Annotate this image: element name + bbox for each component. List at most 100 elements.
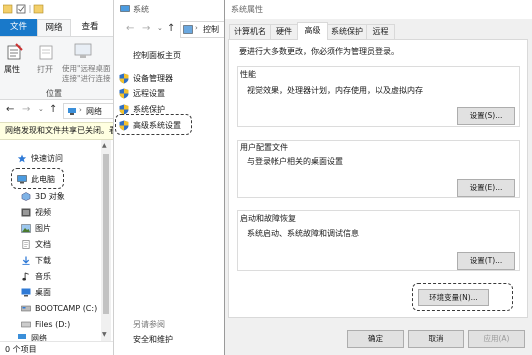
address-chevron: › — [79, 106, 82, 114]
profile-desc: 与登录帐户相关的桌面设置 — [247, 157, 343, 166]
security-maintenance-link[interactable]: 安全和维护 — [133, 334, 173, 345]
system-title-icon — [120, 5, 130, 12]
highlight-this-pc — [11, 168, 64, 189]
shield-icon — [119, 88, 129, 98]
forward-arrow-icon[interactable]: → — [142, 23, 150, 34]
admin-note: 要进行大多数更改，你必须作为管理员登录。 — [239, 47, 399, 56]
open-button-label[interactable]: 打开 — [37, 64, 53, 75]
properties-icon[interactable] — [6, 43, 24, 61]
tree-videos[interactable]: 视频 — [21, 205, 51, 219]
forward-arrow-icon[interactable]: → — [22, 104, 30, 115]
tree-desktop[interactable]: 桌面 — [21, 285, 51, 299]
performance-desc: 视觉效果，处理器计划，内存使用，以及虚拟内存 — [247, 86, 423, 95]
tab-file[interactable]: 文件 — [0, 19, 37, 36]
address-chevron: › — [195, 24, 198, 32]
explorer-titlebar — [0, 0, 113, 19]
tab-network[interactable]: 网络 — [37, 19, 71, 36]
tree-label: 视频 — [35, 207, 51, 217]
network-discovery-infobar[interactable]: 网络发现和文件共享已关闭。看 — [0, 122, 113, 140]
desktop-icon — [21, 288, 31, 296]
tab-computer-name[interactable]: 计算机名 — [229, 24, 271, 39]
link-label: 远程设置 — [133, 88, 165, 98]
ribbon-panel: 属性 打开 使用"远程桌面 连接"进行连接 位置 — [0, 36, 113, 100]
tree-label: BOOTCAMP (C:) — [35, 303, 98, 313]
tree-music[interactable]: 音乐 — [21, 269, 51, 283]
scroll-up-icon[interactable]: ▲ — [102, 142, 107, 149]
drive-icon — [21, 321, 31, 327]
tab-remote[interactable]: 远程 — [366, 24, 395, 39]
recent-dropdown-icon[interactable]: ⌄ — [38, 105, 44, 113]
system-window-title: 系统 — [133, 5, 149, 14]
tree-3d-objects[interactable]: 3D 对象 — [21, 189, 65, 203]
performance-title: 性能 — [240, 70, 256, 79]
system-address-bar[interactable]: › 控制 — [180, 21, 225, 38]
back-arrow-icon[interactable]: ← — [6, 104, 14, 115]
startup-settings-button[interactable]: 设置(T)... — [457, 252, 515, 270]
remote-desktop-label-2[interactable]: 连接"进行连接 — [62, 73, 110, 84]
tree-network[interactable]: 网络 — [17, 333, 47, 341]
quick-access-toolbar-icons[interactable] — [3, 4, 51, 15]
scroll-down-icon[interactable]: ▼ — [102, 331, 107, 338]
properties-button-label[interactable]: 属性 — [4, 64, 20, 75]
tab-hardware[interactable]: 硬件 — [270, 24, 298, 39]
ribbon-group-label: 位置 — [46, 89, 62, 98]
explorer-window: 文件 网络 查看 属性 打开 使用"远程桌面 连接"进行连接 位置 ← → ⌄ … — [0, 0, 113, 355]
profile-settings-button[interactable]: 设置(E)... — [457, 179, 515, 197]
remote-desktop-icon[interactable] — [73, 41, 93, 61]
link-device-manager[interactable]: 设备管理器 — [119, 72, 173, 84]
apply-button[interactable]: 应用(A) — [468, 330, 525, 348]
download-icon — [22, 255, 30, 265]
shield-icon — [119, 73, 129, 83]
tree-label: 音乐 — [35, 271, 51, 281]
tab-advanced[interactable]: 高级 — [297, 22, 328, 40]
tree-label: Files (D:) — [35, 319, 71, 329]
dialog-title: 系统属性 — [231, 5, 263, 14]
drive-icon — [21, 305, 31, 311]
back-arrow-icon[interactable]: ← — [126, 23, 134, 34]
tree-quick-access[interactable]: 快速访问 — [17, 151, 63, 165]
user-profile-group: 用户配置文件 与登录帐户相关的桌面设置 设置(E)... — [237, 140, 520, 198]
tree-label: 快速访问 — [31, 153, 63, 163]
system-window: 系统 ← → ⌄ ↑ › 控制 控制面板主页 设备管理器 远程设置 系统保护 高… — [113, 0, 225, 355]
video-icon — [21, 208, 31, 216]
open-icon[interactable] — [37, 43, 55, 61]
tree-pictures[interactable]: 图片 — [21, 221, 51, 235]
star-icon — [17, 153, 27, 162]
control-panel-home-link[interactable]: 控制面板主页 — [133, 50, 181, 61]
tree-documents[interactable]: 文档 — [21, 237, 51, 251]
tree-label: 桌面 — [35, 287, 51, 297]
documents-icon — [22, 239, 30, 249]
navigation-tree: 快速访问 此电脑 3D 对象 视频 图片 文档 下载 音乐 桌面 BOOTCAM… — [0, 140, 113, 341]
performance-settings-button[interactable]: 设置(S)... — [457, 107, 515, 125]
tree-label: 下载 — [35, 255, 51, 265]
startup-desc: 系统启动、系统故障和调试信息 — [247, 229, 359, 238]
tree-downloads[interactable]: 下载 — [21, 253, 51, 267]
dialog-titlebar: 系统属性 — [225, 0, 532, 19]
up-arrow-icon[interactable]: ↑ — [49, 104, 57, 115]
network-small-icon — [68, 108, 76, 115]
recent-dropdown-icon[interactable]: ⌄ — [157, 24, 163, 32]
scroll-thumb[interactable] — [103, 154, 109, 314]
see-also-heading: 另请参阅 — [133, 320, 165, 329]
link-remote-settings[interactable]: 远程设置 — [119, 87, 165, 99]
music-icon — [22, 271, 29, 281]
startup-recovery-group: 启动和故障恢复 系统启动、系统故障和调试信息 设置(T)... — [237, 210, 520, 271]
shield-icon — [119, 104, 129, 114]
tree-drive-d[interactable]: Files (D:) — [21, 317, 70, 331]
tree-scrollbar[interactable]: ▲ ▼ — [101, 140, 111, 341]
performance-group: 性能 视觉效果，处理器计划，内存使用，以及虚拟内存 设置(S)... — [237, 66, 520, 127]
explorer-nav-bar: ← → ⌄ ↑ › 网络 — [0, 100, 113, 122]
tab-system-protection[interactable]: 系统保护 — [327, 24, 367, 39]
cube-icon — [21, 191, 31, 201]
address-path: 控制 — [203, 25, 219, 34]
cancel-button[interactable]: 取消 — [408, 330, 464, 348]
ok-button[interactable]: 确定 — [347, 330, 404, 348]
highlight-env-vars — [412, 283, 513, 311]
tree-label: 3D 对象 — [35, 191, 65, 201]
link-label: 系统保护 — [133, 104, 165, 114]
tree-label: 图片 — [35, 223, 51, 233]
address-bar[interactable]: › 网络 — [63, 103, 113, 119]
up-arrow-icon[interactable]: ↑ — [167, 23, 175, 34]
tree-drive-c[interactable]: BOOTCAMP (C:) — [21, 301, 97, 315]
tab-view[interactable]: 查看 — [75, 19, 105, 36]
